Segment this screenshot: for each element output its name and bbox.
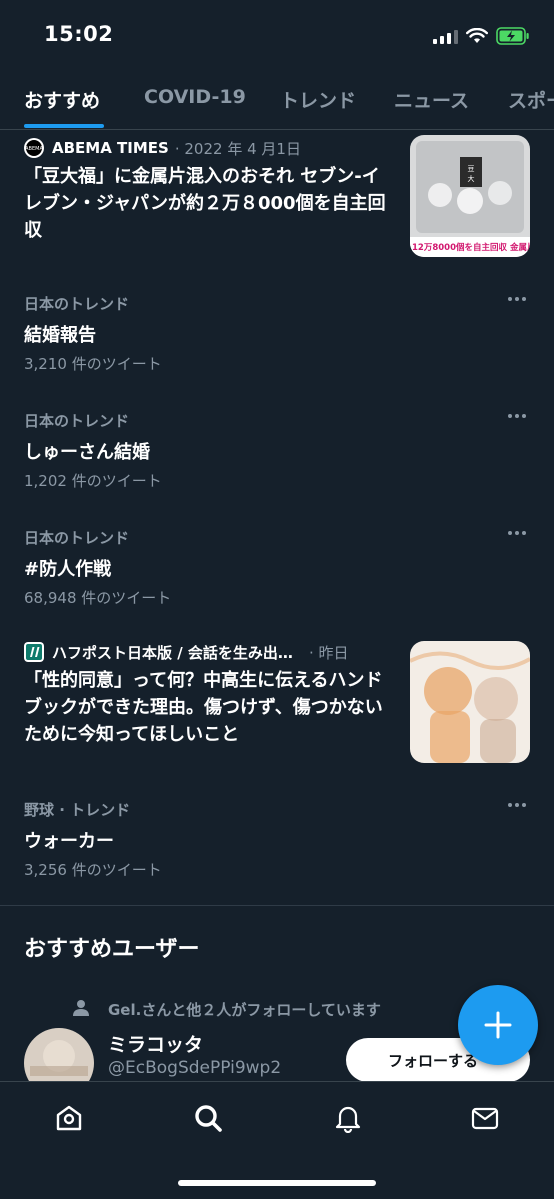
compose-tweet-button[interactable] [458,985,538,1065]
news-headline: 「豆大福」に金属片混入のおそれ セブン-イレブン・ジャパンが約２万８000個を自… [24,166,386,241]
section-divider [0,905,554,906]
news-thumbnail: 豆 大 12万8000個を自主回収 金属片混 [410,135,530,257]
nav-messages[interactable] [467,1100,503,1136]
news-source-name: ABEMA TIMES [52,139,169,157]
news-source: ABEMA ABEMA TIMES · 2022 年 4 月1日 [24,137,301,159]
section-title: おすすめユーザー [24,937,200,962]
trend-item[interactable]: 日本のトレンド しゅーさん結婚 1,202 件のツイート [0,410,554,520]
cellular-signal-icon [433,28,458,44]
wifi-icon [466,28,488,43]
bell-icon [335,1106,361,1133]
trend-name: ウォーカー [24,831,114,852]
trend-tweet-count: 1,202 件のツイート [24,472,162,490]
trend-name: #防人作戦 [24,559,112,580]
trend-item[interactable]: 野球 · トレンド ウォーカー 3,256 件のツイート [0,799,554,909]
explore-tabs: おすすめ COVID-19 トレンド ニュース スポー [0,72,554,130]
news-source: ハフポスト日本版 / 会話を生み出… · 昨日 [24,641,348,663]
tab-sports[interactable]: スポー [508,86,554,113]
mail-icon [471,1107,499,1130]
trend-item[interactable]: 日本のトレンド 結婚報告 3,210 件のツイート [0,293,554,403]
news-headline: 「性的同意」って何？中高生に伝えるハンドブックができた理由。傷つけず、傷つかない… [24,670,383,745]
thumbnail-caption: 12万8000個を自主回収 金属片混 [412,243,530,253]
svg-text:豆: 豆 [468,165,475,173]
news-source-name: ハフポスト日本版 / 会話を生み出… [52,643,293,662]
huffpost-logo-icon [24,642,44,662]
news-date: · 昨日 [308,643,349,662]
news-thumbnail [410,641,530,763]
status-time: 15:02 [44,22,114,46]
social-context-text: Gel.さんと他２人がフォローしています [108,1001,381,1019]
svg-text:大: 大 [468,174,475,183]
active-tab-indicator [24,124,104,128]
more-options-icon[interactable] [508,293,530,305]
person-icon [73,1000,89,1016]
trend-name: しゅーさん結婚 [24,442,150,463]
user-handle: @EcBogSdePPi9wp2 [108,1058,282,1078]
home-icon [56,1105,82,1131]
trend-context: 日本のトレンド [24,412,130,430]
tab-trending[interactable]: トレンド [280,86,356,113]
news-item[interactable]: ABEMA ABEMA TIMES · 2022 年 4 月1日 「豆大福」に金… [0,131,554,281]
more-options-icon[interactable] [508,799,530,811]
nav-search[interactable] [190,1100,226,1136]
tab-covid-19[interactable]: COVID-19 [144,86,246,108]
home-indicator [178,1180,376,1186]
news-date: · 2022 年 4 月1日 [174,139,301,158]
status-icons [433,24,530,48]
nav-notifications[interactable] [330,1100,366,1136]
daifuku-package-image: 豆 大 [410,135,530,257]
news-item[interactable]: ハフポスト日本版 / 会話を生み出… · 昨日 「性的同意」って何？中高生に伝え… [0,635,554,775]
more-options-icon[interactable] [508,527,530,539]
trend-tweet-count: 3,256 件のツイート [24,861,162,879]
status-bar: 15:02 [0,0,554,70]
tab-for-you[interactable]: おすすめ [24,86,100,113]
plus-icon [484,1011,512,1039]
trend-tweet-count: 68,948 件のツイート [24,589,172,607]
svg-text:ABEMA: ABEMA [25,146,43,152]
battery-charging-icon [496,27,529,45]
trend-context: 野球 · トレンド [24,801,131,819]
illustration-image [410,641,530,763]
tab-news[interactable]: ニュース [394,86,469,113]
abema-logo-icon: ABEMA [24,138,44,158]
trend-context: 日本のトレンド [24,295,130,313]
trend-context: 日本のトレンド [24,529,130,547]
search-icon [195,1105,222,1132]
nav-home[interactable] [51,1100,87,1136]
trend-name: 結婚報告 [24,325,96,346]
trend-item[interactable]: 日本のトレンド #防人作戦 68,948 件のツイート [0,527,554,637]
trend-tweet-count: 3,210 件のツイート [24,355,162,373]
user-display-name: ミラコッタ [108,1034,204,1056]
more-options-icon[interactable] [508,410,530,422]
